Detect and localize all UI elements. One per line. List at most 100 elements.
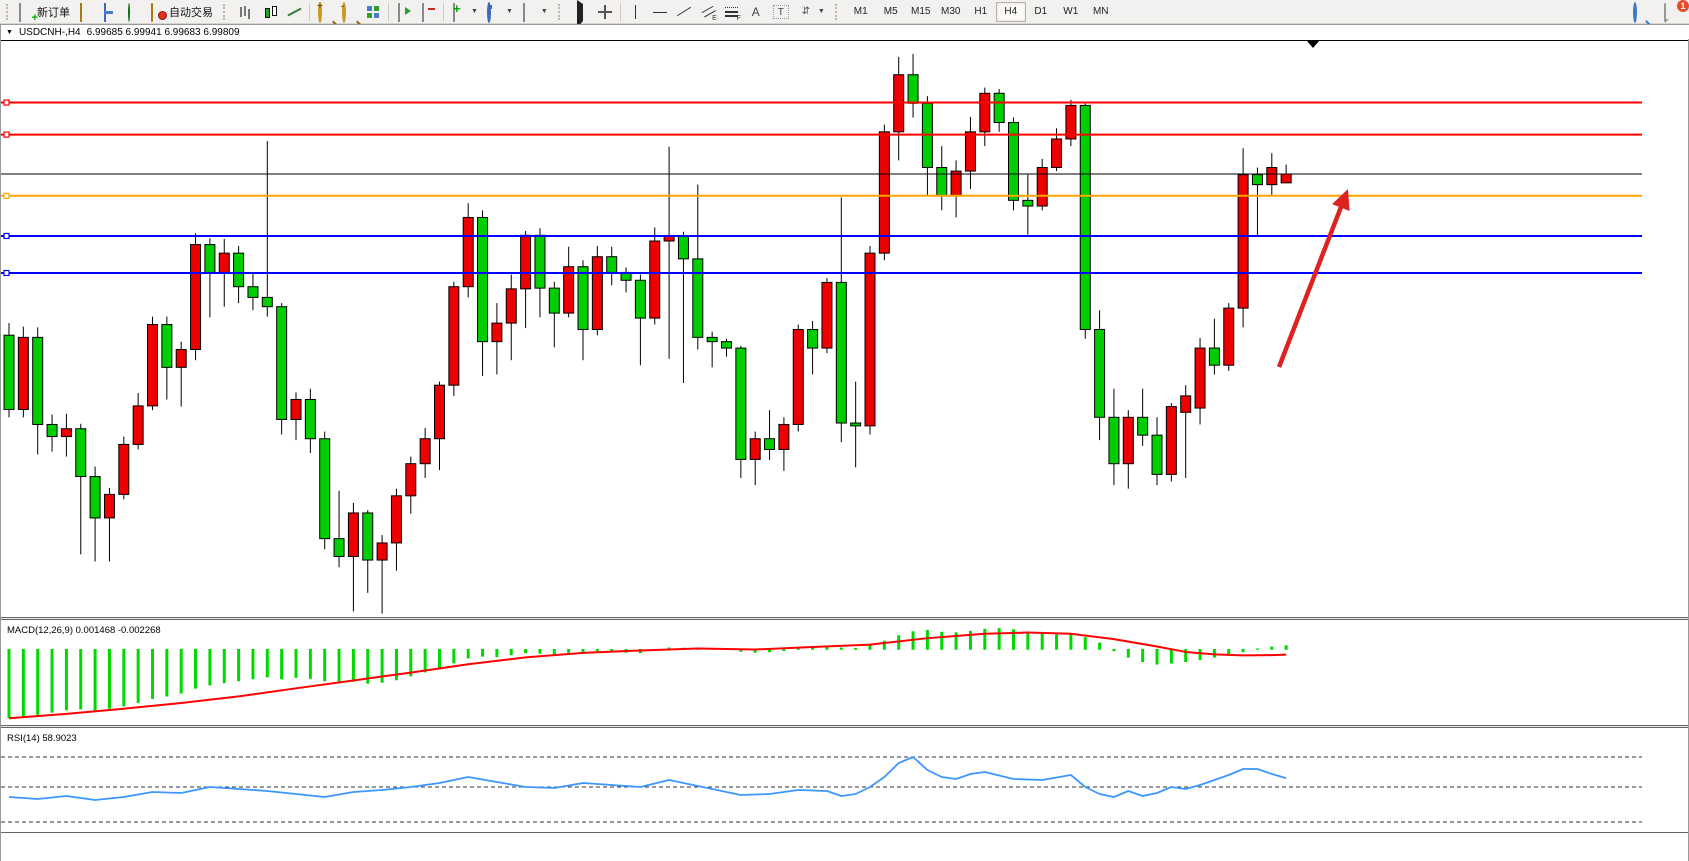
candlestick-bearish (76, 429, 86, 477)
horizontal-line-tool-button[interactable] (648, 1, 672, 23)
chart-background (1, 40, 1688, 860)
candlestick-bullish (104, 494, 114, 518)
candlestick-bullish (492, 323, 502, 342)
candlestick-bearish (1023, 200, 1033, 206)
candlestick-bearish (765, 439, 775, 450)
template-button[interactable]: ▼ (517, 1, 552, 23)
auto-trading-button[interactable]: 自动交易 (146, 1, 217, 23)
candlestick-bearish (994, 93, 1004, 122)
timeframe-button-w1[interactable]: W1 (1056, 2, 1086, 22)
candlestick-bearish (908, 75, 918, 104)
chart-canvas[interactable]: MACD(12,26,9) 0.001468 -0.002268RSI(14) … (1, 40, 1688, 860)
candlestick-bearish (334, 539, 344, 557)
tile-windows-button[interactable] (361, 1, 385, 23)
candlestick-bullish (1181, 396, 1191, 412)
line-anchor-handle[interactable] (4, 132, 9, 137)
search-icon (1631, 4, 1647, 20)
line-anchor-handle[interactable] (4, 233, 9, 238)
trendline-icon (676, 4, 692, 20)
candlestick-bearish (707, 337, 717, 341)
candlestick-bullish (391, 496, 401, 543)
zoom-in-button[interactable]: + (313, 1, 337, 23)
add-indicator-button[interactable]: ▼ (447, 1, 482, 23)
add-indicator-icon (451, 4, 467, 20)
search-button[interactable] (1627, 1, 1651, 23)
gold-chart-button[interactable] (74, 1, 98, 23)
candlestick-bullish (148, 325, 158, 406)
chart-shift-button[interactable] (392, 1, 416, 23)
toolbar-grip[interactable] (558, 4, 563, 20)
chart-shift-icon (396, 4, 412, 20)
text-tool-button[interactable]: A (744, 1, 768, 23)
auto-scroll-icon (420, 4, 436, 20)
candlestick-bullish (133, 406, 143, 445)
candlestick-mode-button[interactable] (258, 1, 282, 23)
toolbar-grip[interactable] (835, 4, 840, 20)
candlestick-bullish (1195, 348, 1205, 408)
period-button[interactable]: ▼ (482, 1, 517, 23)
candlestick-bearish (549, 288, 559, 313)
timeframe-button-m5[interactable]: M5 (876, 2, 906, 22)
line-anchor-handle[interactable] (4, 193, 9, 198)
timeframe-button-d1[interactable]: D1 (1026, 2, 1056, 22)
new-order-icon (18, 4, 34, 20)
timeframe-button-m30[interactable]: M30 (936, 2, 966, 22)
toolbar-grip[interactable] (6, 4, 11, 20)
candlestick-bearish (1109, 417, 1119, 463)
zoom-out-button[interactable]: - (337, 1, 361, 23)
cursor-icon (573, 4, 589, 20)
timeframe-button-m1[interactable]: M1 (846, 2, 876, 22)
text-label-tool-button[interactable]: T (768, 1, 794, 23)
chart-window-button[interactable] (98, 1, 122, 23)
trading-terminal: { "toolbar": { "new_order_label": "新订单",… (0, 0, 1689, 861)
timeframe-button-h1[interactable]: H1 (966, 2, 996, 22)
timeframe-button-m15[interactable]: M15 (906, 2, 936, 22)
candlestick-bullish (1123, 417, 1133, 463)
zoom-in-icon: + (317, 4, 333, 20)
signal-button[interactable] (122, 1, 146, 23)
candlestick-bearish (736, 348, 746, 459)
gold-icon (78, 4, 94, 20)
toolbar-grip[interactable] (223, 4, 228, 20)
auto-trading-icon (150, 4, 166, 20)
candlestick-bullish (176, 350, 186, 368)
candlestick-bullish (406, 464, 416, 496)
auto-scroll-button[interactable] (416, 1, 440, 23)
candlestick-bullish (1224, 308, 1234, 365)
timeframe-button-h4[interactable]: H4 (996, 2, 1026, 22)
collapse-chart-icon[interactable]: ▼ (6, 29, 13, 36)
candlestick-bullish (18, 337, 28, 409)
new-order-button[interactable]: 新订单 (14, 1, 74, 23)
notifications-button[interactable]: 1 (1659, 1, 1683, 23)
chart-window: ▼ USDCNH-,H4 6.99685 6.99941 6.99683 6.9… (0, 24, 1689, 861)
candlestick-bullish (119, 444, 129, 494)
timeframe-toolbar: M1M5M15M30H1H4D1W1MN (843, 0, 1119, 23)
bar-chart-icon (238, 4, 254, 20)
line-anchor-handle[interactable] (4, 270, 9, 275)
candlestick-bearish (162, 325, 172, 368)
candlestick-bullish (420, 439, 430, 464)
candlestick-icon (262, 4, 278, 20)
line-chart-mode-button[interactable] (282, 1, 306, 23)
fibonacci-tool-button[interactable] (720, 1, 744, 23)
cursor-tool-button[interactable] (569, 1, 593, 23)
channel-tool-button[interactable] (696, 1, 720, 23)
equidistant-channel-icon (700, 4, 716, 20)
vertical-line-tool-button[interactable] (624, 1, 648, 23)
chart-title-bar[interactable]: ▼ USDCNH-,H4 6.99685 6.99941 6.99683 6.9… (1, 25, 1689, 39)
arrows-tool-button[interactable]: ⇵▼ (794, 1, 829, 23)
clock-icon (486, 4, 502, 20)
candlestick-bullish (1166, 407, 1176, 475)
template-icon (521, 4, 537, 20)
candlestick-bullish (779, 424, 789, 449)
candlestick-bullish (61, 429, 71, 437)
trendline-tool-button[interactable] (672, 1, 696, 23)
bar-chart-mode-button[interactable] (234, 1, 258, 23)
candlestick-bullish (506, 289, 516, 323)
vertical-line-icon (628, 4, 644, 20)
candlestick-bearish (937, 168, 947, 197)
line-chart-icon (286, 4, 302, 20)
crosshair-tool-button[interactable] (593, 1, 617, 23)
timeframe-button-mn[interactable]: MN (1086, 2, 1116, 22)
line-anchor-handle[interactable] (4, 100, 9, 105)
